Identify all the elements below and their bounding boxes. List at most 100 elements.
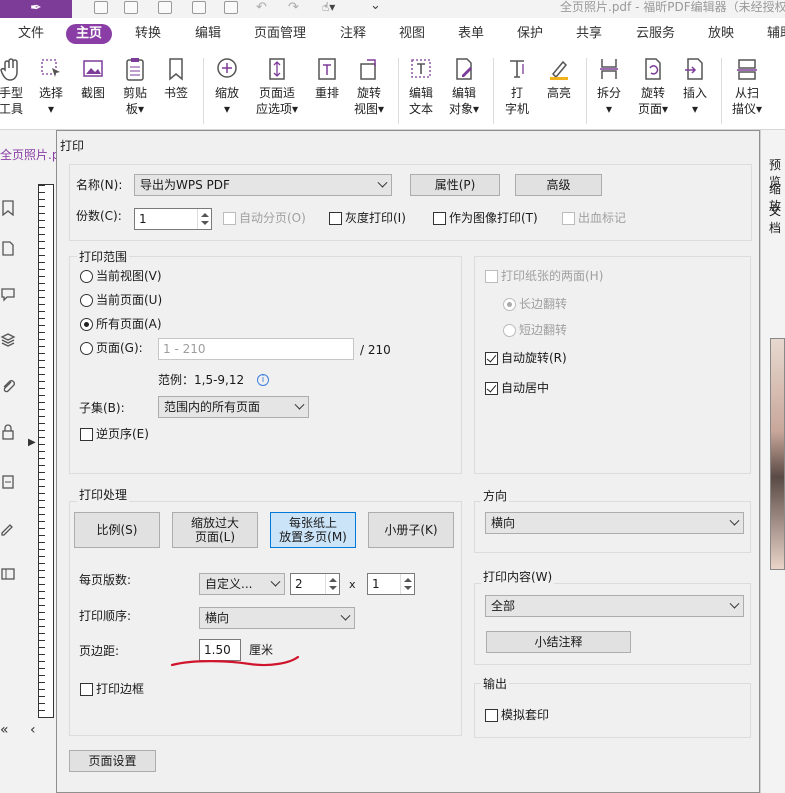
collapse-panel-icon[interactable]: ▶ [28,437,36,448]
menu-cloud[interactable]: 云服务 [636,24,675,44]
menu-edit[interactable]: 编辑 [195,24,221,44]
reverse-order-label: 逆页序(E) [96,427,149,441]
reverse-order-checkbox[interactable] [80,428,93,441]
chevron-down-icon[interactable]: ⌄ [370,0,381,13]
security-panel-icon[interactable] [0,424,16,440]
rotate-page-button[interactable]: 旋转 页面▾ [634,56,672,117]
multiple-pages-per-sheet-button[interactable]: 每张纸上 放置多页(M) [270,512,356,548]
new-doc-icon[interactable] [124,1,138,14]
radio-current-page[interactable] [80,294,93,307]
bleed-marks-checkbox[interactable] [562,212,575,225]
columns-spin-buttons[interactable] [325,574,339,594]
typewriter-button[interactable]: 打 字机 [502,56,532,117]
shrink-oversized-button[interactable]: 缩放过大 页面(L) [172,512,258,548]
from-scanner-label-1: 从扫 [734,86,759,100]
menu-accessibility[interactable]: 辅助 [767,24,785,44]
columns-stepper[interactable]: 2 [290,573,340,595]
page-range-input[interactable]: 1 - 210 [158,338,354,360]
menu-protect[interactable]: 保护 [517,24,543,44]
from-scanner-button[interactable]: 从扫 描仪▾ [728,56,766,117]
signature-panel-icon[interactable] [0,520,16,536]
advanced-button[interactable]: 高级 [515,174,602,196]
layers-panel-icon[interactable] [0,332,16,348]
info-icon[interactable]: i [257,374,269,386]
highlight-button[interactable]: 高亮 [544,56,574,101]
menu-file[interactable]: 文件 [18,24,44,44]
save-icon[interactable] [192,1,206,14]
booklet-button[interactable]: 小册子(K) [368,512,454,548]
hand-icon [0,58,18,81]
print-as-image-checkbox[interactable] [433,212,446,225]
reflow-button[interactable]: 重排 [312,56,342,101]
radio-pages[interactable] [80,342,93,355]
print-order-label: 打印顺序: [79,609,132,623]
open-icon[interactable] [94,1,108,14]
subset-select[interactable]: 范围内的所有页面 [158,396,309,418]
app-logo[interactable]: ✒ [0,0,72,18]
collate-checkbox[interactable] [223,212,236,225]
print-range-title: 打印范围 [77,248,130,265]
screenshot-button[interactable]: 截图 [78,56,108,101]
scale-button[interactable]: 比例(S) [74,512,160,548]
shrink-label-2: 页面(L) [194,530,236,544]
radio-all-pages[interactable] [80,318,93,331]
summarize-comments-button[interactable]: 小结注释 [486,631,631,653]
edit-text-button[interactable]: 编辑 文本 [406,56,436,117]
print-both-sides-checkbox[interactable] [485,270,498,283]
pointer-icon[interactable]: ☝▾ [322,0,335,14]
edit-text-label-1: 编辑 [408,86,433,100]
first-page-icon[interactable]: « [0,722,9,738]
previous-page-icon[interactable]: ‹ [30,722,36,738]
menu-slideshow[interactable]: 放映 [708,24,734,44]
select-tool-button[interactable]: 选择 ▾ [36,56,66,117]
edit-object-label-1: 编辑 [451,86,476,100]
undo-icon[interactable]: ↶ [256,0,267,15]
auto-center-checkbox[interactable] [485,382,498,395]
print-order-select[interactable]: 横向 [199,607,355,629]
simulate-overprint-checkbox[interactable] [485,709,498,722]
bookmark-button[interactable]: 书签 [161,56,191,101]
print-content-select[interactable]: 全部 [485,595,744,617]
redo-icon[interactable]: ↷ [288,0,299,15]
split-button[interactable]: 拆分 ▾ [594,56,624,117]
copies-spin-buttons[interactable] [197,209,211,229]
hand-tool-button[interactable]: 手型 工具 [0,56,26,117]
menu-form[interactable]: 表单 [458,24,484,44]
page-setup-button[interactable]: 页面设置 [69,750,156,772]
properties-button[interactable]: 属性(P) [410,174,500,196]
rotate-view-button[interactable]: 旋转 视图▾ [354,56,384,117]
copies-stepper[interactable]: 1 [134,208,212,230]
radio-short-edge[interactable] [503,324,516,337]
pages-panel-icon[interactable] [0,240,16,256]
auto-rotate-checkbox[interactable] [485,352,498,365]
menu-share[interactable]: 共享 [576,24,602,44]
printer-select[interactable]: 导出为WPS PDF [134,174,392,196]
rows-spin-buttons[interactable] [400,574,414,594]
pages-per-sheet-select[interactable]: 自定义... [199,573,285,595]
radio-current-view[interactable] [80,270,93,283]
quick-add-icon[interactable] [224,1,238,14]
print-border-checkbox[interactable] [80,683,93,696]
document-tab[interactable]: 全页照片.p [0,146,59,163]
content-panel-icon[interactable] [0,474,16,490]
radio-long-edge[interactable] [503,298,516,311]
grayscale-checkbox[interactable] [329,212,342,225]
attachments-panel-icon[interactable] [0,378,16,394]
menu-view[interactable]: 视图 [399,24,425,44]
menu-page-management[interactable]: 页面管理 [254,24,306,44]
menu-home[interactable]: 主页 [66,24,113,44]
print-icon[interactable] [158,1,172,14]
orientation-select[interactable]: 横向 [485,512,744,534]
bookmark-panel-icon[interactable] [0,200,16,216]
layout-panel-icon[interactable] [0,566,16,582]
clipboard-button[interactable]: 剪贴 板▾ [120,56,150,117]
chevron-down-icon [270,576,281,587]
menu-comment[interactable]: 注释 [340,24,366,44]
insert-button[interactable]: 插入 ▾ [680,56,710,117]
zoom-button[interactable]: 缩放 ▾ [212,56,242,117]
rows-stepper[interactable]: 1 [367,573,415,595]
comments-panel-icon[interactable] [0,286,16,302]
edit-object-button[interactable]: 编辑 对象▾ [446,56,482,117]
menu-convert[interactable]: 转换 [135,24,161,44]
fit-page-button[interactable]: 页面适 应选项▾ [254,56,300,117]
